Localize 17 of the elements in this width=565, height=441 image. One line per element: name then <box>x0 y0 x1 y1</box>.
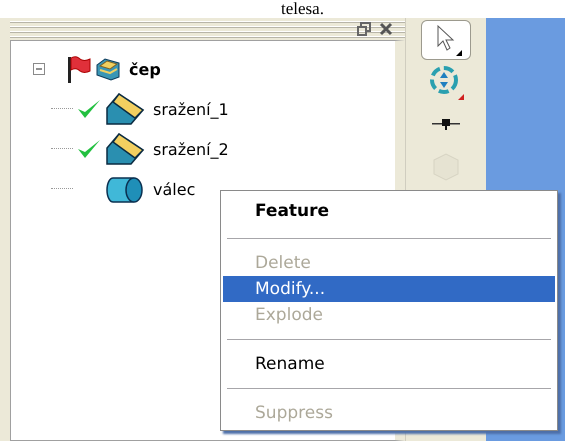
restore-icon[interactable] <box>357 22 371 36</box>
check-icon <box>77 98 101 120</box>
chamfer-icon <box>105 132 145 166</box>
caption-text: telesa. <box>281 0 324 18</box>
collapse-icon[interactable] <box>33 63 45 75</box>
menu-item[interactable]: Modify... <box>223 276 555 302</box>
tree-item[interactable]: čep <box>129 60 161 78</box>
check-icon <box>77 138 101 160</box>
chamfer-icon <box>105 92 145 126</box>
tree-item[interactable]: sražení_2 <box>153 140 229 158</box>
flag-icon <box>67 55 91 83</box>
menu-title: Feature <box>254 200 330 223</box>
close-icon[interactable] <box>379 22 393 36</box>
menu-item[interactable]: Rename <box>223 351 555 377</box>
tree-item[interactable]: válec <box>153 180 196 198</box>
tree-item[interactable]: sražení_1 <box>153 100 229 118</box>
toolbar-button[interactable] <box>421 20 471 60</box>
